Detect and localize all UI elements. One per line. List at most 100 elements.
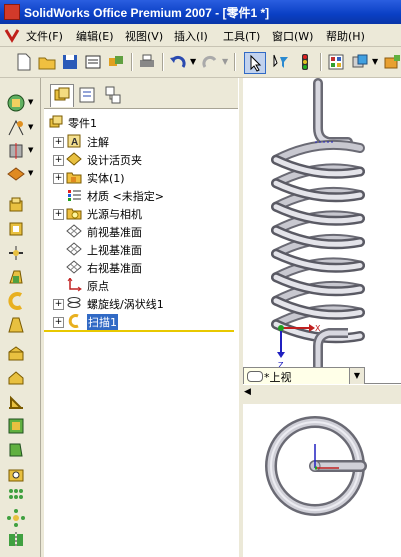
material-icon [68,190,81,201]
undo-icon[interactable] [168,52,188,72]
view-orientation-dropdown-icon[interactable]: ▼ [28,98,33,106]
mirror-icon[interactable] [6,530,26,550]
tree-item-design-binder[interactable]: + 设计活页夹 [44,150,238,168]
tree-root-label: 零件1 [68,117,97,130]
sweep-feature-icon[interactable] [6,291,26,311]
hole-wizard-icon[interactable] [6,464,26,484]
solidworks-logo-icon[interactable] [4,27,20,43]
print-icon[interactable] [137,52,157,72]
circular-pattern-icon[interactable] [6,508,26,528]
part-icon [49,115,63,128]
display-style-dropdown-icon[interactable]: ▼ [28,123,33,131]
tree-item-annotations[interactable]: + A 注解 [44,132,238,150]
expand-icon[interactable]: + [53,317,64,328]
annotation-icon: A [67,134,81,148]
customize-icon[interactable] [350,52,370,72]
shell-icon[interactable] [6,416,26,436]
plane-icon [66,260,82,274]
spring-coils [271,139,365,344]
menu-tools[interactable]: 工具(T) [223,28,260,44]
options-grid-icon[interactable] [326,52,346,72]
graphics-area-top[interactable]: X Z [243,78,401,384]
feature-manager-tab-icon[interactable] [50,84,74,107]
draft-icon[interactable] [6,440,26,460]
plane-icon [66,242,82,256]
graphics-area-bottom[interactable] [243,404,401,557]
feature-manager-tree: 零件1 + A 注解 + 设计活页夹 + 实体(1) 材质 <未指定> + 光源… [44,109,239,557]
svg-text:A: A [71,137,78,148]
tree-item-top-plane[interactable]: 上视基准面 [44,240,238,258]
spring-side-view: X Z [271,78,365,383]
make-drawing-icon[interactable] [83,52,103,72]
extruded-boss-icon[interactable] [6,195,26,215]
configuration-manager-tab-icon[interactable] [102,84,124,106]
feature-tools-icon[interactable] [382,52,401,72]
helix-icon [67,297,81,308]
swept-boss-icon[interactable] [6,243,26,263]
view-orientation-label[interactable]: *上视 ▼ [243,367,365,385]
make-assembly-icon[interactable] [106,52,126,72]
rebuild-icon[interactable] [295,52,315,72]
menu-view[interactable]: 视图(V) [125,28,163,44]
solid-bodies-icon [66,172,82,184]
window-title: SolidWorks Office Premium 2007 - [零件1 *] [24,6,270,20]
spring-top-view [265,416,367,516]
menu-file[interactable]: 文件(F) [26,28,63,44]
tree-item-material[interactable]: 材质 <未指定> [44,186,238,204]
chamfer-icon[interactable] [6,368,26,388]
design-binder-icon [66,152,82,166]
view-orientation-icon[interactable] [6,93,26,113]
rib-icon[interactable] [6,392,26,412]
solidworks-app-icon[interactable] [4,4,20,20]
tree-item-origin[interactable]: 原点 [44,276,238,294]
title-bar: SolidWorks Office Premium 2007 - [零件1 *] [0,0,401,24]
appearance-icon[interactable] [6,164,26,184]
select-filter-icon[interactable] [270,52,290,72]
tree-item-lights-cameras[interactable]: + 光源与相机 [44,204,238,222]
revolved-boss-icon[interactable] [6,219,26,239]
save-icon[interactable] [60,52,80,72]
loft-feature-icon[interactable] [6,315,26,335]
appearance-dropdown-icon[interactable]: ▼ [28,169,33,177]
display-style-icon[interactable] [6,118,26,138]
redo-dropdown-icon[interactable]: ▼ [222,57,228,66]
expand-icon[interactable]: + [53,173,64,184]
tree-item-right-plane[interactable]: 右视基准面 [44,258,238,276]
splitter-arrow-icon[interactable]: ◀ [244,387,251,397]
expand-icon[interactable]: + [53,209,64,220]
tree-item-sweep[interactable]: + 扫描1 [44,312,234,330]
menu-window[interactable]: 窗口(W) [272,28,313,44]
customize-dropdown-icon[interactable]: ▼ [372,57,378,66]
feature-manager-tabs: » [44,78,278,109]
menu-bar: 文件(F) 编辑(E) 视图(V) 插入(I) 工具(T) 窗口(W) 帮助(H… [0,24,401,47]
menu-insert[interactable]: 插入(I) [174,28,208,44]
rollback-bar[interactable] [44,330,234,332]
tree-item-helix[interactable]: + 螺旋线/涡状线1 [44,294,238,312]
view-orientation-dropdown-icon[interactable]: ▼ [349,368,364,384]
view-eye-icon [247,371,263,382]
undo-dropdown-icon[interactable]: ▼ [190,57,196,66]
select-pointer-icon[interactable] [244,52,266,74]
lights-cameras-icon [66,208,82,220]
fillet-icon[interactable] [6,344,26,364]
tree-item-solid-bodies[interactable]: + 实体(1) [44,168,238,186]
property-manager-tab-icon[interactable] [76,84,98,106]
expand-icon[interactable]: + [53,299,64,310]
tree-item-front-plane[interactable]: 前视基准面 [44,222,238,240]
linear-pattern-icon[interactable] [6,486,26,506]
menu-help[interactable]: 帮助(H) [326,28,365,44]
lofted-boss-icon[interactable] [6,267,26,287]
viewport-splitter[interactable]: ◀ [243,384,401,405]
plane-icon [66,224,82,238]
origin-icon [67,278,82,292]
section-view-icon[interactable] [6,141,26,161]
redo-icon[interactable] [200,52,220,72]
expand-icon[interactable]: + [53,137,64,148]
open-folder-icon[interactable] [37,52,57,72]
section-view-dropdown-icon[interactable]: ▼ [28,146,33,154]
new-document-icon[interactable] [14,52,34,72]
view-orientation-text: *上视 [264,371,292,384]
menu-edit[interactable]: 编辑(E) [76,28,114,44]
svg-text:X: X [315,324,321,333]
expand-icon[interactable]: + [53,155,64,166]
